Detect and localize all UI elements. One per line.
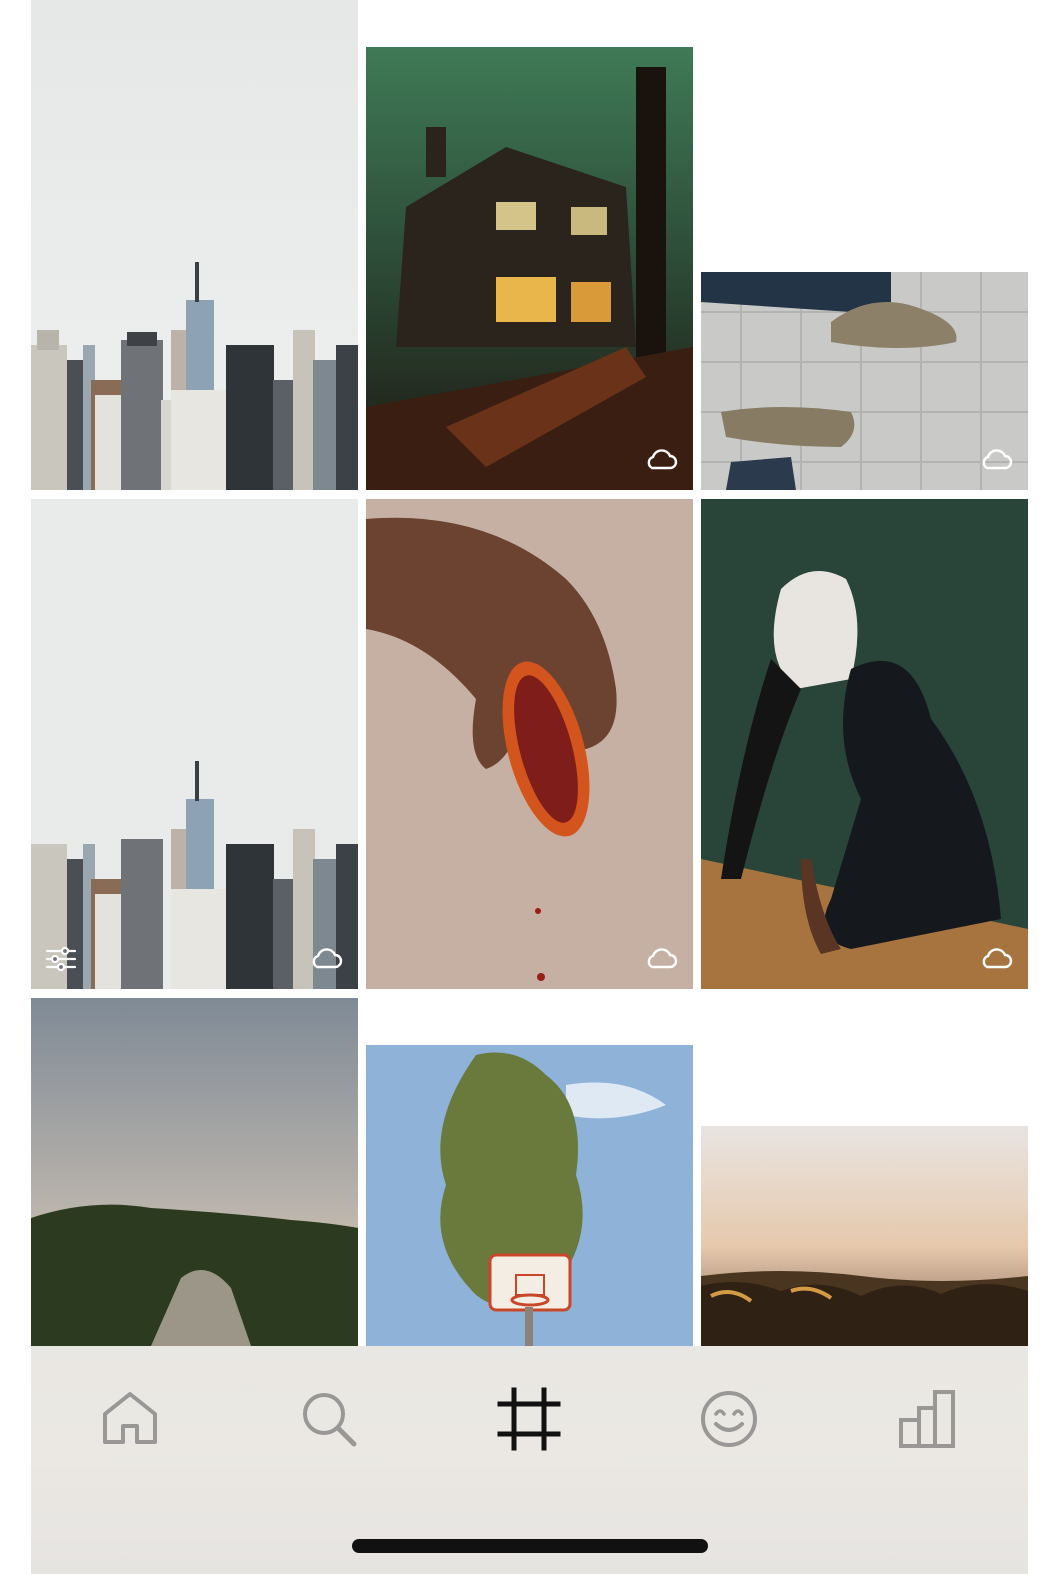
cloud-sync-icon	[643, 448, 679, 472]
photo-tile-shore[interactable]	[701, 1126, 1028, 1346]
search-icon	[303, 1393, 357, 1447]
photo-tile-skyline-1[interactable]	[31, 0, 358, 490]
photo-house	[366, 47, 693, 490]
cloud-sync-icon	[308, 947, 344, 971]
tab-search[interactable]	[296, 1386, 362, 1452]
photo-dancer	[701, 499, 1028, 989]
photo-tile-house[interactable]	[366, 47, 693, 490]
photo-skyline-2	[31, 499, 358, 989]
tab-home[interactable]	[97, 1386, 163, 1452]
photo-tile-hill[interactable]	[31, 998, 358, 1346]
photo-gallery-screen	[0, 0, 1042, 1574]
photo-tile-skyline-2[interactable]	[31, 499, 358, 989]
tab-smiley[interactable]	[696, 1386, 762, 1452]
tab-chart[interactable]	[895, 1386, 961, 1452]
bottom-tab-bar	[31, 1346, 1028, 1574]
photo-hill	[31, 998, 358, 1346]
cloud-sync-icon	[978, 947, 1014, 971]
photo-shore	[701, 1126, 1028, 1346]
photo-tile-orange[interactable]	[366, 499, 693, 989]
cloud-sync-icon	[978, 448, 1014, 472]
adjustments-icon	[45, 945, 77, 973]
photo-tile-tree-hoop[interactable]	[366, 1045, 693, 1346]
cloud-sync-icon	[643, 947, 679, 971]
photo-skyline-1	[31, 0, 358, 490]
photo-tile-dancer[interactable]	[701, 499, 1028, 989]
smiley-icon	[701, 1391, 757, 1447]
chart-icon	[899, 1390, 955, 1448]
photo-tile-shoes[interactable]	[701, 272, 1028, 490]
crop-icon	[497, 1387, 561, 1451]
tab-crop[interactable]	[496, 1386, 562, 1452]
home-icon	[103, 1392, 157, 1444]
photo-tree-hoop	[366, 1045, 693, 1346]
photo-orange	[366, 499, 693, 989]
home-indicator[interactable]	[352, 1539, 708, 1553]
